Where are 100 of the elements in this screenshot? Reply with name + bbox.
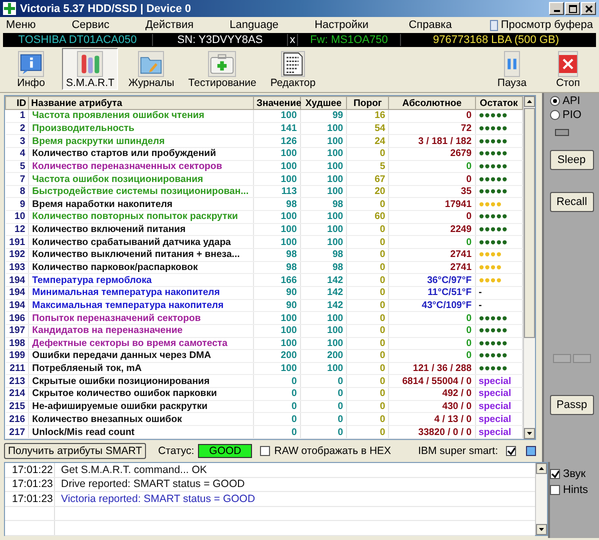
table-cell: 0 [346, 274, 389, 286]
table-cell: 430 / 0 [388, 400, 476, 413]
table-cell: 1 [6, 110, 29, 122]
maximize-icon [568, 4, 576, 12]
radio-button[interactable]: PIO [550, 109, 594, 121]
table-cell: 100 [254, 337, 300, 350]
menu-item[interactable]: Справка [408, 19, 452, 31]
table-cell: 0 [346, 147, 389, 160]
panel-button[interactable]: Passp [550, 395, 594, 415]
table-cell: 100 [254, 110, 300, 122]
table-cell: Время раскрутки шпинделя [28, 134, 254, 148]
toolbar-button[interactable]: Редактор [266, 48, 320, 90]
table-cell: 100 [300, 312, 347, 324]
table-cell: 0 [346, 400, 389, 413]
status-badge: GOOD [198, 444, 252, 458]
pause-icon [504, 51, 520, 77]
column-header[interactable]: Остаток [475, 96, 522, 110]
table-cell: 0 [346, 198, 389, 211]
column-header[interactable]: Абсолютное [388, 96, 476, 110]
table-cell: 54 [346, 122, 389, 135]
table-cell: 100 [254, 147, 300, 160]
table-cell: 198 [6, 337, 29, 350]
table-cell: 0 [346, 236, 389, 249]
table-cell: 0 [254, 374, 300, 388]
log-time: 17:01:22 [5, 463, 55, 477]
table-cell: 5 [6, 160, 29, 173]
scroll-thumb[interactable] [524, 108, 535, 338]
menu-item[interactable]: Настройки [314, 19, 368, 31]
table-cell: Максимальная температура накопителя [28, 299, 254, 312]
color-swatch[interactable] [526, 446, 536, 456]
status-indicator [554, 129, 568, 136]
toolbar-button[interactable]: Стоп [543, 48, 593, 90]
folder-icon [138, 51, 164, 77]
table-cell: 0 [388, 324, 476, 338]
checkbox-label: Hints [563, 484, 588, 496]
table-cell: 100 [300, 185, 347, 198]
table-cell: Скрытое количество ошибок парковки [28, 388, 254, 400]
table-cell: 5 [346, 160, 389, 173]
minimize-button[interactable] [549, 2, 564, 15]
document-icon [490, 20, 498, 30]
table-cell: 200 [300, 350, 347, 362]
radio-button[interactable]: API [550, 95, 594, 107]
scroll-up-icon [524, 96, 535, 107]
toolbar-button[interactable]: Пауза [487, 48, 537, 90]
scroll-down-icon [536, 524, 547, 535]
menu-item[interactable]: Language [230, 19, 279, 31]
close-button[interactable] [581, 2, 596, 15]
menu-item[interactable]: Меню [6, 19, 36, 31]
panel-button[interactable]: Recall [550, 192, 594, 212]
column-header[interactable]: Значение [254, 96, 300, 110]
table-cell: 4 / 13 / 0 [388, 412, 476, 426]
table-cell: 100 [300, 172, 347, 186]
table-cell: 72 [388, 122, 476, 135]
get-smart-button[interactable]: Получить атрибуты SMART [4, 443, 146, 459]
table-cell: 126 [254, 134, 300, 148]
toolbar-button[interactable]: Тестирование [184, 48, 260, 90]
table-cell: 0 [388, 110, 476, 122]
table-cell: 100 [254, 160, 300, 173]
test-tubes-icon [77, 51, 104, 77]
drive-info-text: 976773168 LBA (500 GB) [432, 34, 560, 46]
scroll-down-icon [524, 428, 535, 439]
checkbox[interactable] [550, 485, 560, 495]
toolbar-button[interactable]: S.M.A.R.T [62, 48, 118, 90]
checkbox[interactable] [506, 446, 516, 456]
maximize-button[interactable] [565, 2, 580, 15]
table-cell: 98 [300, 198, 347, 211]
table-cell: 0 [346, 248, 389, 262]
window-title: Victoria 5.37 HDD/SSD | Device 0 [20, 2, 192, 14]
table-cell: 0 [346, 286, 389, 300]
table-cell: 141 [254, 122, 300, 135]
column-header[interactable]: Название атрибута [28, 96, 254, 110]
table-cell: 113 [254, 185, 300, 198]
menu-item[interactable]: Сервис [72, 19, 110, 31]
checkbox[interactable] [550, 469, 560, 479]
menu-item[interactable]: Действия [145, 19, 194, 31]
toolbar-button[interactable]: Инфо [6, 48, 56, 90]
column-header[interactable]: Порог [346, 96, 389, 110]
column-header[interactable]: Худшее [300, 96, 347, 110]
scrollbar[interactable] [523, 96, 535, 439]
table-cell: 10 [6, 210, 29, 224]
table-cell: 199 [6, 350, 29, 362]
table-cell: 9 [6, 198, 29, 211]
table-cell: 214 [6, 388, 29, 400]
drive-info-text: Fw: MS1OA750 [298, 34, 401, 46]
table-cell: 0 [388, 350, 476, 362]
table-cell: 100 [300, 223, 347, 236]
table-cell: 196 [6, 312, 29, 324]
toolbar-button[interactable]: Журналы [124, 48, 178, 90]
table-cell: 43°C/109°F [388, 299, 476, 312]
checkbox-label: IBM super smart: [418, 445, 498, 457]
table-cell: Минимальная температура накопителя [28, 286, 254, 300]
checkbox[interactable] [260, 446, 270, 456]
table-cell: 100 [300, 236, 347, 249]
scrollbar[interactable] [535, 463, 547, 535]
table-cell: 100 [300, 122, 347, 135]
panel-button[interactable]: Sleep [550, 150, 594, 170]
scroll-up-icon [536, 463, 547, 474]
column-header[interactable]: ID [6, 96, 29, 110]
table-cell: 100 [300, 134, 347, 148]
table-cell: 193 [6, 261, 29, 274]
